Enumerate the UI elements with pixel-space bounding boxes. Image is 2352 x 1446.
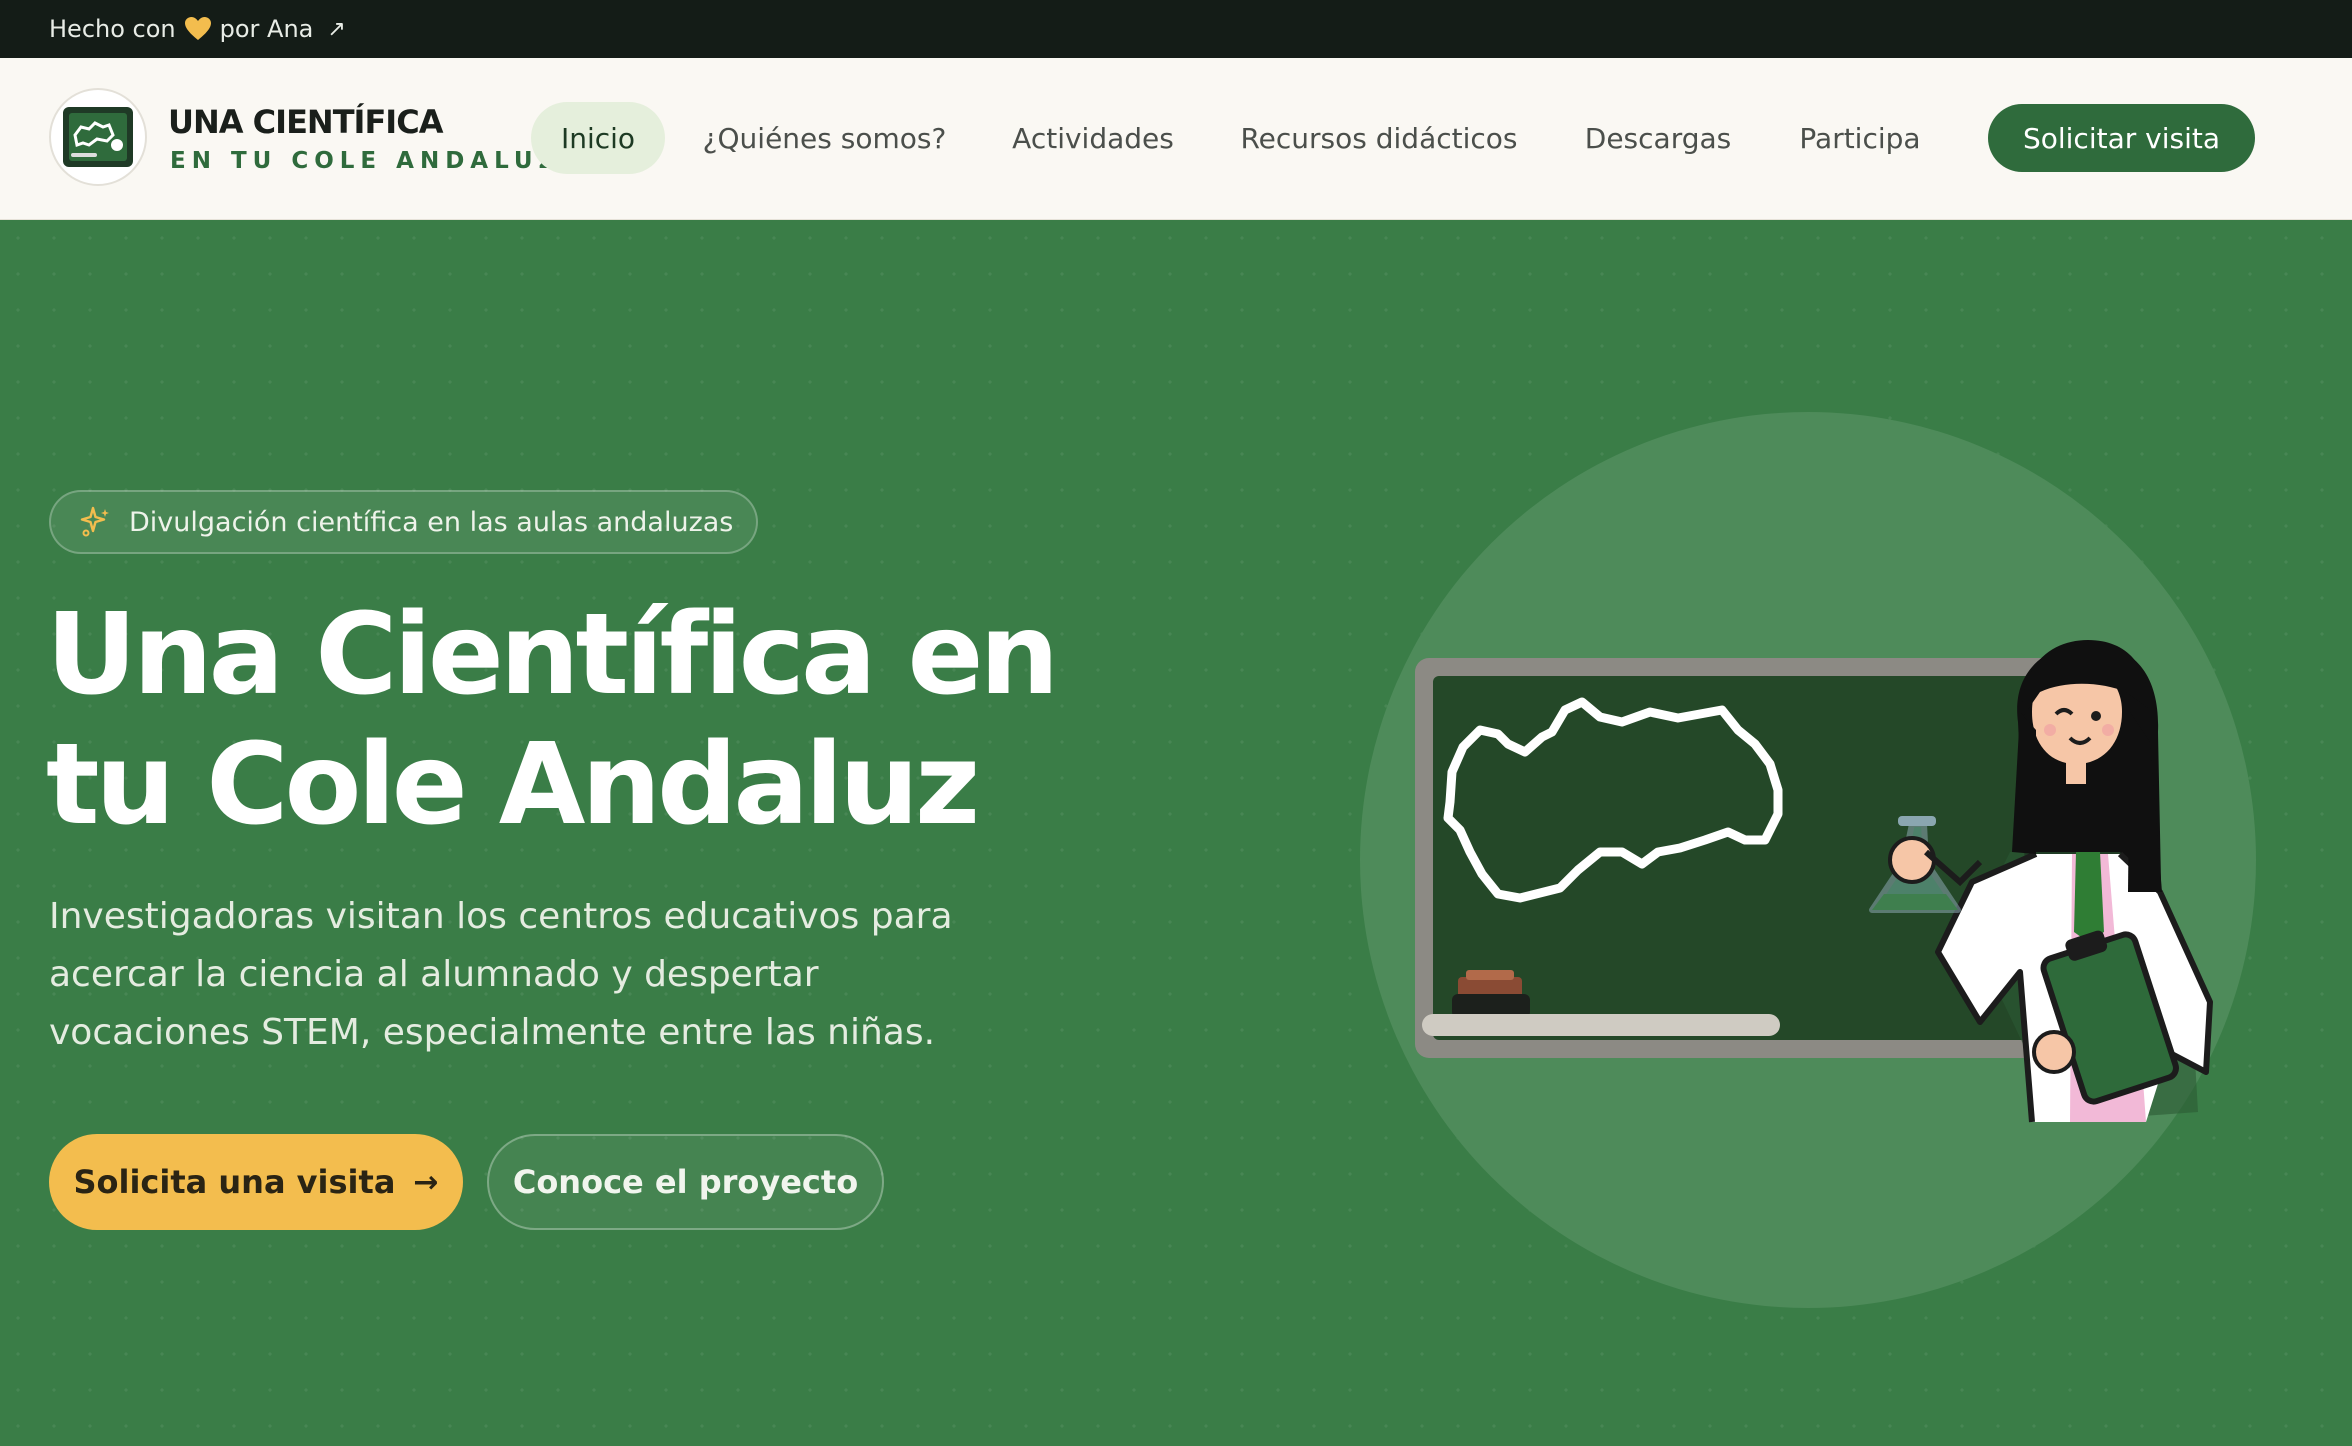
site-header: UNA CIENTÍFICA EN TU COLE ANDALUZ Inicio… (0, 58, 2352, 220)
nav-recursos-didacticos[interactable]: Recursos didácticos (1229, 102, 1529, 174)
made-with-text: Hecho con (49, 15, 176, 43)
chalkboard-logo-icon (63, 107, 133, 167)
hero-badge-text: Divulgación científica en las aulas anda… (129, 506, 734, 538)
nav-participa[interactable]: Participa (1790, 102, 1930, 174)
arrow-up-right-icon[interactable]: ↗ (327, 17, 345, 42)
hero-badge: Divulgación científica en las aulas anda… (49, 490, 758, 554)
hero-description: Investigadoras visitan los centros educa… (49, 896, 953, 1053)
scientist-chalkboard-illustration (1360, 412, 2256, 1308)
nav-descargas[interactable]: Descargas (1573, 102, 1743, 174)
request-visit-button[interactable]: Solicitar visita (1988, 104, 2255, 172)
nav-quienes-somos[interactable]: ¿Quiénes somos? (692, 102, 957, 174)
nav-actividades[interactable]: Actividades (999, 102, 1187, 174)
heart-icon (184, 17, 211, 40)
top-strip: Hecho con por Ana ↗ (0, 0, 2352, 58)
nav-inicio[interactable]: Inicio (531, 102, 665, 174)
hero-title: Una Científica en tu Cole Andaluz (46, 590, 1146, 850)
request-visit-hero-button[interactable]: Solicita una visita → (49, 1134, 463, 1230)
arrow-right-icon: → (413, 1164, 439, 1200)
request-visit-hero-label: Solicita una visita (73, 1163, 396, 1201)
hero-title-line2: tu Cole Andaluz (46, 720, 980, 850)
brand-tagline[interactable]: EN TU COLE ANDALUZ (170, 148, 561, 174)
brand-name[interactable]: UNA CIENTÍFICA (168, 103, 443, 141)
hero-title-line1: Una Científica en (46, 590, 1059, 720)
hero-section: Divulgación científica en las aulas anda… (0, 220, 2352, 1446)
sparkles-icon (80, 506, 109, 537)
author-link[interactable]: por Ana (220, 15, 314, 43)
logo[interactable] (49, 88, 147, 186)
learn-project-button[interactable]: Conoce el proyecto (487, 1134, 884, 1230)
